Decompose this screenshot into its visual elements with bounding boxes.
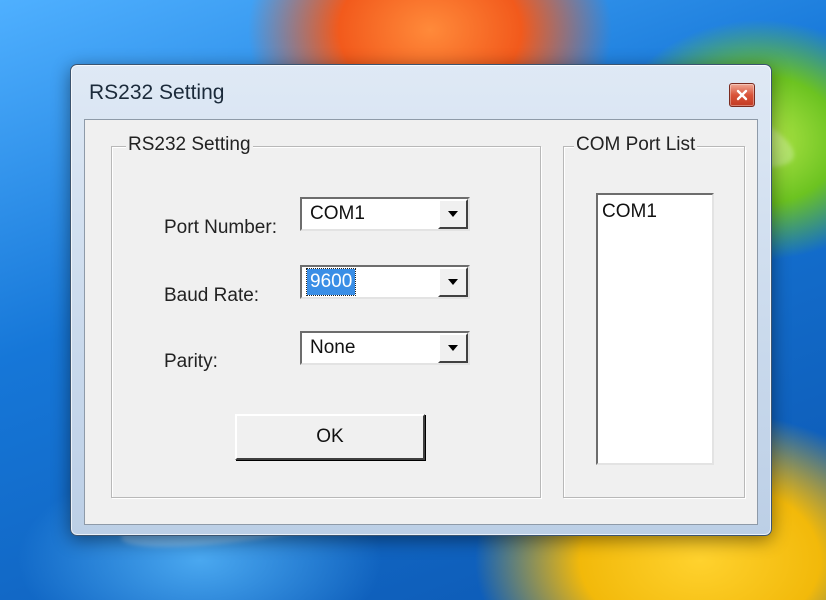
window-title: RS232 Setting bbox=[89, 81, 225, 104]
group-legend: COM Port List bbox=[574, 134, 698, 156]
parity-label: Parity: bbox=[164, 351, 218, 372]
baud-rate-select[interactable]: 9600 bbox=[300, 265, 470, 299]
baud-rate-label: Baud Rate: bbox=[164, 285, 260, 306]
title-bar[interactable]: RS232 Setting bbox=[71, 65, 771, 115]
close-button[interactable] bbox=[729, 83, 755, 107]
chevron-down-icon bbox=[448, 345, 458, 351]
com-port-list-group: COM Port List COM1 bbox=[563, 134, 745, 498]
port-number-value: COM1 bbox=[310, 203, 365, 224]
chevron-down-icon bbox=[448, 211, 458, 217]
baud-rate-value: 9600 bbox=[305, 268, 357, 296]
dialog-client-area: RS232 Setting Port Number: COM1 Baud Rat… bbox=[84, 119, 758, 525]
baud-rate-dropdown-button[interactable] bbox=[438, 267, 468, 297]
parity-select[interactable]: None bbox=[300, 331, 470, 365]
parity-value: None bbox=[310, 337, 356, 358]
list-item[interactable]: COM1 bbox=[598, 195, 712, 223]
close-icon bbox=[736, 89, 748, 101]
ok-button[interactable]: OK bbox=[235, 414, 425, 460]
port-number-dropdown-button[interactable] bbox=[438, 199, 468, 229]
group-legend: RS232 Setting bbox=[126, 134, 253, 156]
parity-dropdown-button[interactable] bbox=[438, 333, 468, 363]
port-number-select[interactable]: COM1 bbox=[300, 197, 470, 231]
rs232-setting-dialog: RS232 Setting RS232 Setting Port Number:… bbox=[70, 64, 772, 536]
port-number-label: Port Number: bbox=[164, 217, 277, 238]
chevron-down-icon bbox=[448, 279, 458, 285]
com-port-listbox[interactable]: COM1 bbox=[596, 193, 714, 465]
